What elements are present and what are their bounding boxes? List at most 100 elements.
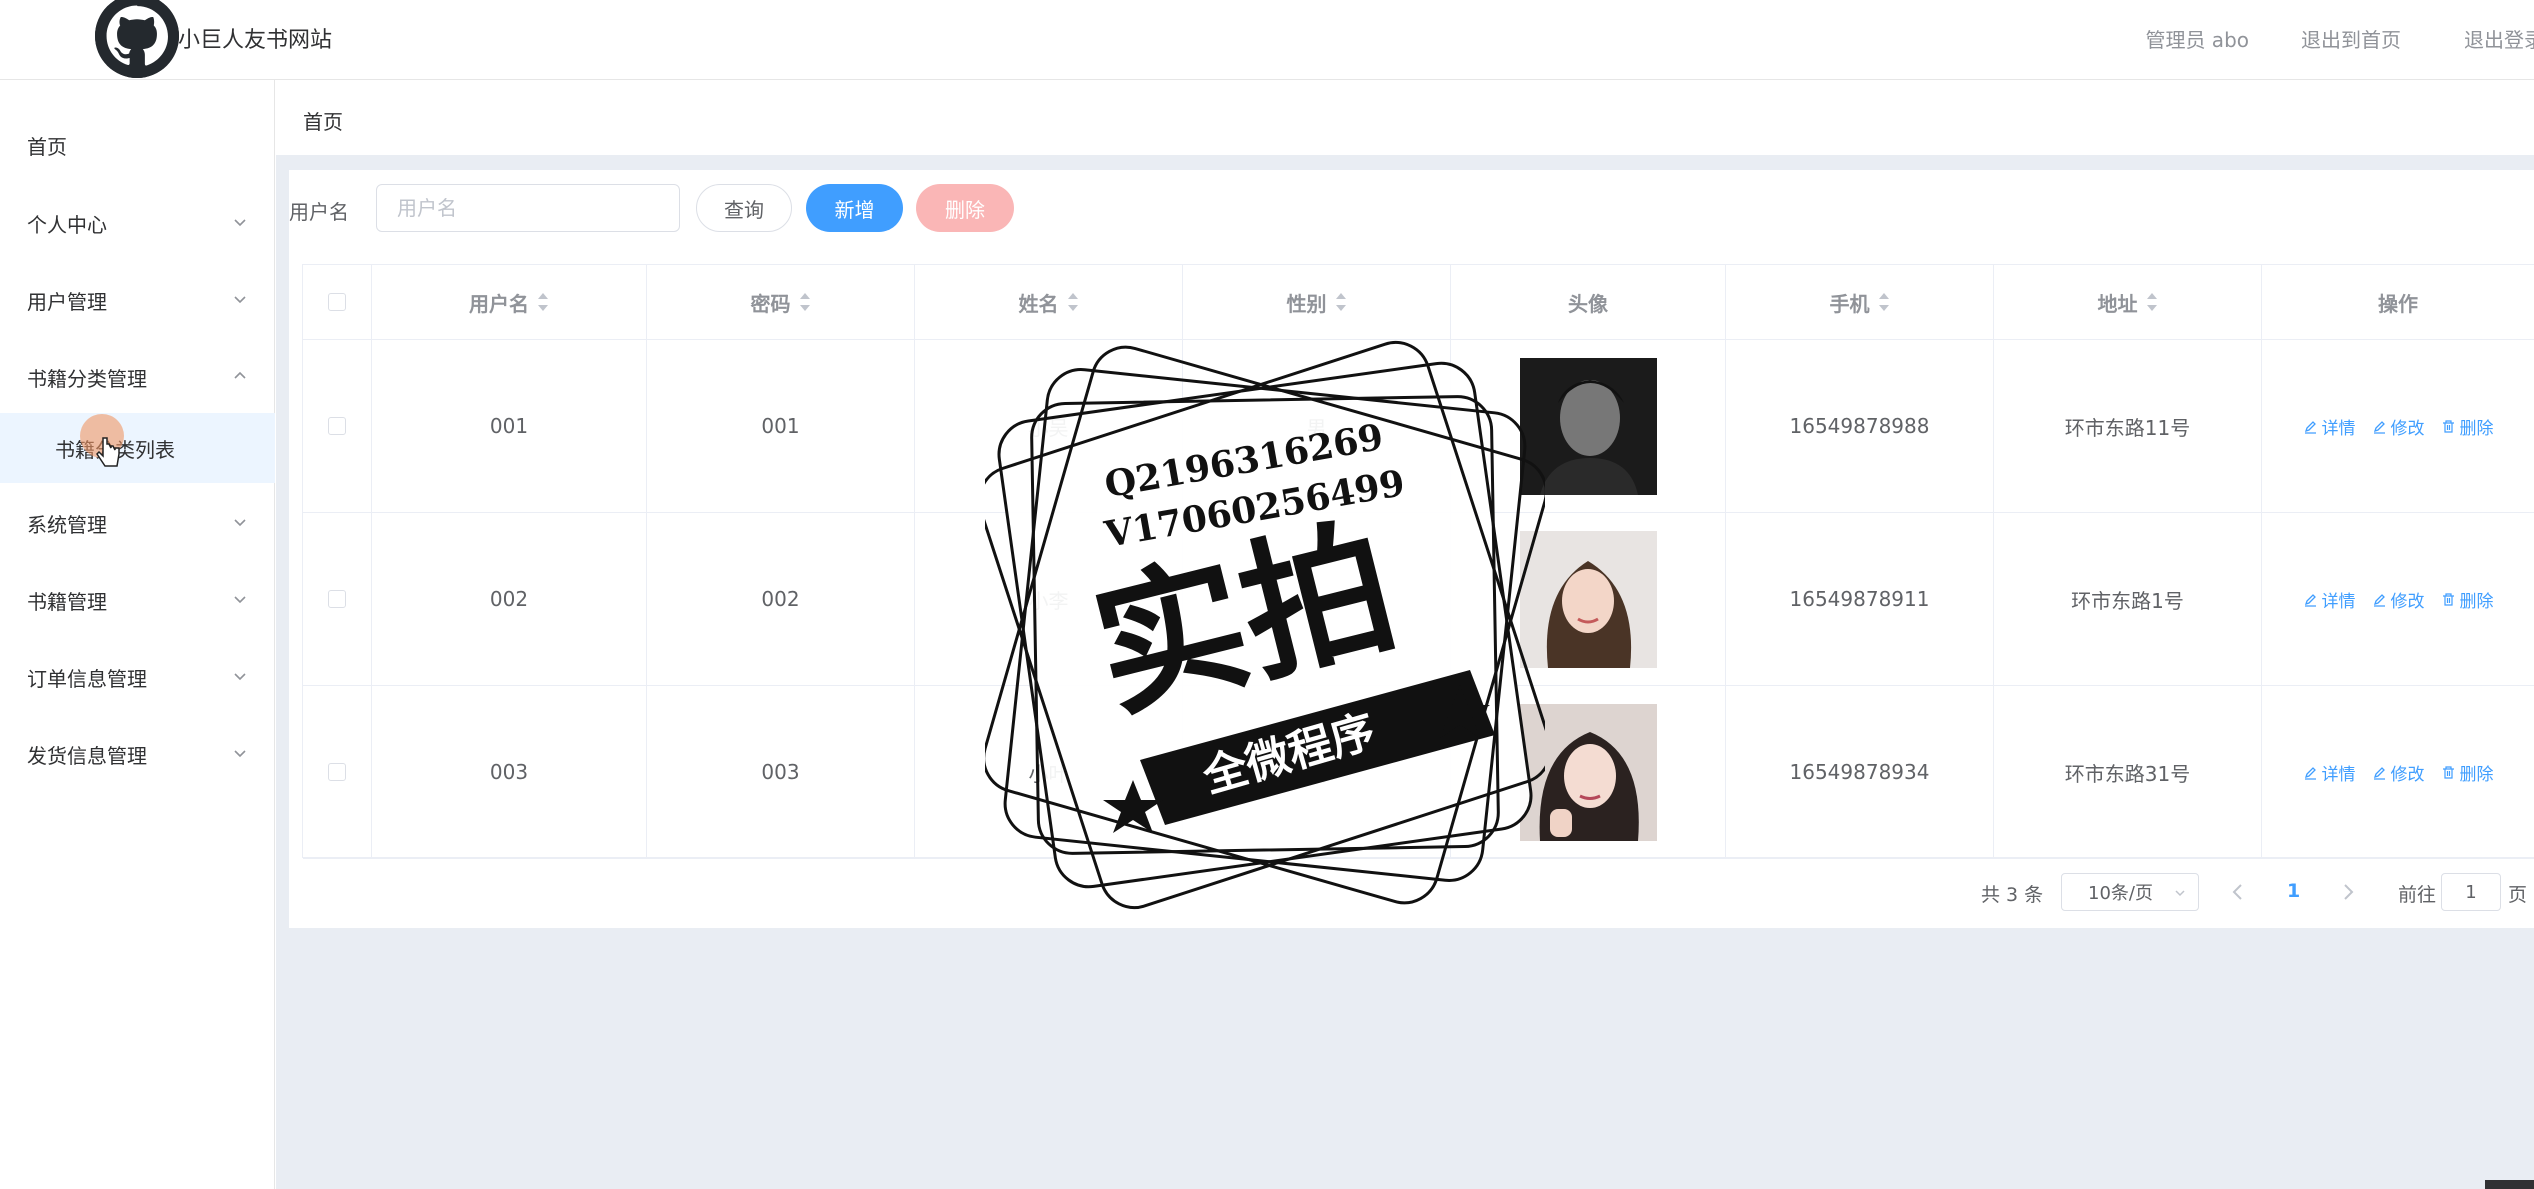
table-cell-actions: 详情 修改 删除 <box>2262 513 2534 686</box>
sidebar-item-personal-center[interactable]: 个人中心 <box>0 188 275 258</box>
edit-icon <box>2304 766 2316 780</box>
column-header-address[interactable]: 地址 <box>1994 265 2262 340</box>
column-header-username[interactable]: 用户名 <box>372 265 647 340</box>
logout-link[interactable]: 退出登录 <box>2464 24 2534 53</box>
edit-button[interactable]: 修改 <box>2372 760 2425 785</box>
sidebar-item-shipping-info-management[interactable]: 发货信息管理 <box>0 719 275 789</box>
sidebar-item-label: 订单信息管理 <box>27 666 147 691</box>
watermark-stamp: Q2196316269 V17060256499 实拍 全微程序 <box>985 340 1545 910</box>
column-header-gender[interactable]: 性别 <box>1183 265 1451 340</box>
column-header-password[interactable]: 密码 <box>647 265 915 340</box>
table-cell: 环市东路11号 <box>1994 340 2262 513</box>
column-header-avatar: 头像 <box>1451 265 1726 340</box>
sort-icon[interactable] <box>2146 293 2158 311</box>
delete-button[interactable]: 删除 <box>2441 414 2494 439</box>
table-cell: 002 <box>372 513 647 686</box>
admin-user-label: 管理员 abo <box>2145 28 2249 52</box>
edit-button[interactable]: 修改 <box>2372 414 2425 439</box>
cell-phone: 16549878911 <box>1789 587 1930 611</box>
detail-button[interactable]: 详情 <box>2303 760 2356 785</box>
next-page-button[interactable] <box>2336 880 2360 904</box>
table-cell: 环市东路31号 <box>1994 686 2262 859</box>
sidebar-item-book-management[interactable]: 书籍管理 <box>0 565 275 635</box>
detail-button[interactable]: 详情 <box>2303 587 2356 612</box>
table-cell: 003 <box>647 686 915 859</box>
table-cell: 16549878988 <box>1726 340 1994 513</box>
page-size-select[interactable]: 10条/页 <box>2061 873 2199 911</box>
sidebar-item-book-category-management[interactable]: 书籍分类管理 <box>0 342 275 412</box>
top-header: 小巨人友书网站 管理员 abo 退出到首页 退出登录 <box>0 0 2534 80</box>
table-cell: 001 <box>647 340 915 513</box>
batch-delete-button[interactable]: 删除 <box>916 184 1014 232</box>
cell-username: 003 <box>489 760 529 784</box>
search-username-input[interactable] <box>376 184 680 232</box>
edit-button[interactable]: 修改 <box>2372 587 2425 612</box>
cell-address: 环市东路11号 <box>2064 415 2191 440</box>
sidebar-item-label: 个人中心 <box>27 212 107 237</box>
row-checkbox[interactable] <box>328 763 346 781</box>
delete-button[interactable]: 删除 <box>2441 587 2494 612</box>
table-cell-actions: 详情 修改 删除 <box>2262 340 2534 513</box>
edit-icon <box>2304 420 2316 434</box>
row-select-cell <box>303 686 372 859</box>
trash-icon <box>2442 765 2454 779</box>
column-header-phone[interactable]: 手机 <box>1726 265 1994 340</box>
breadcrumb-home[interactable]: 首页 <box>303 106 343 135</box>
sidebar-item-user-management[interactable]: 用户管理 <box>0 265 275 335</box>
sidebar-item-label: 书籍管理 <box>27 589 107 614</box>
row-checkbox[interactable] <box>328 590 346 608</box>
table-cell-actions: 详情 修改 删除 <box>2262 686 2534 859</box>
sidebar-item-order-info-management[interactable]: 订单信息管理 <box>0 642 275 712</box>
sort-icon[interactable] <box>1878 293 1890 311</box>
sidebar-item-label: 系统管理 <box>27 512 107 537</box>
row-select-cell <box>303 513 372 686</box>
select-all-checkbox[interactable] <box>328 293 346 311</box>
cell-password: 002 <box>761 587 800 611</box>
add-button[interactable]: 新增 <box>806 184 903 232</box>
chevron-up-icon <box>234 371 246 379</box>
select-all-cell <box>303 265 372 340</box>
sort-icon[interactable] <box>799 293 811 311</box>
goto-page-input[interactable] <box>2441 873 2501 911</box>
row-checkbox[interactable] <box>328 417 346 435</box>
sidebar-menu: 首页 个人中心 用户管理 书籍分类管理 书籍分类列表 系统管理 书籍管理 订单信… <box>0 80 275 1189</box>
delete-button[interactable]: 删除 <box>2441 760 2494 785</box>
header-links: 管理员 abo 退出到首页 退出登录 <box>2134 24 2534 54</box>
row-actions: 详情 修改 删除 <box>2303 587 2494 612</box>
prev-page-button[interactable] <box>2226 880 2250 904</box>
corner-artifact <box>2485 1180 2534 1189</box>
table-cell: 环市东路1号 <box>1994 513 2262 686</box>
github-logo-icon[interactable] <box>95 0 179 78</box>
sidebar-item-home[interactable]: 首页 <box>0 110 275 180</box>
sort-icon[interactable] <box>1335 293 1347 311</box>
chevron-down-icon <box>2175 890 2185 897</box>
table-cell: 001 <box>372 340 647 513</box>
table-cell: 16549878911 <box>1726 513 1994 686</box>
row-select-cell <box>303 340 372 513</box>
row-actions: 详情 修改 删除 <box>2303 414 2494 439</box>
query-button[interactable]: 查询 <box>696 184 792 232</box>
sort-icon[interactable] <box>537 293 549 311</box>
sidebar-item-system-management[interactable]: 系统管理 <box>0 488 275 558</box>
sidebar-item-label: 用户管理 <box>27 289 107 314</box>
breadcrumb: 首页 <box>276 80 2534 155</box>
sidebar-item-book-category-list[interactable]: 书籍分类列表 <box>0 413 275 483</box>
chevron-down-icon <box>234 673 246 681</box>
detail-button[interactable]: 详情 <box>2303 414 2356 439</box>
chevron-down-icon <box>234 219 246 227</box>
chevron-down-icon <box>234 519 246 527</box>
page-suffix-label: 页 <box>2508 884 2528 906</box>
cell-phone: 16549878988 <box>1789 414 1930 438</box>
row-actions: 详情 修改 删除 <box>2303 760 2494 785</box>
column-header-name[interactable]: 姓名 <box>915 265 1183 340</box>
sort-icon[interactable] <box>1067 293 1079 311</box>
goto-label: 前往 <box>2398 884 2437 906</box>
exit-to-home-link[interactable]: 退出到首页 <box>2301 24 2401 53</box>
cell-address: 环市东路31号 <box>2064 761 2191 786</box>
cell-password: 003 <box>761 760 800 784</box>
chevron-down-icon <box>234 596 246 604</box>
edit-icon <box>2373 593 2385 607</box>
pagination-total: 共 3 条 <box>1981 884 2044 906</box>
page-number-current[interactable]: 1 <box>2287 880 2300 902</box>
column-header-actions: 操作 <box>2262 265 2534 340</box>
